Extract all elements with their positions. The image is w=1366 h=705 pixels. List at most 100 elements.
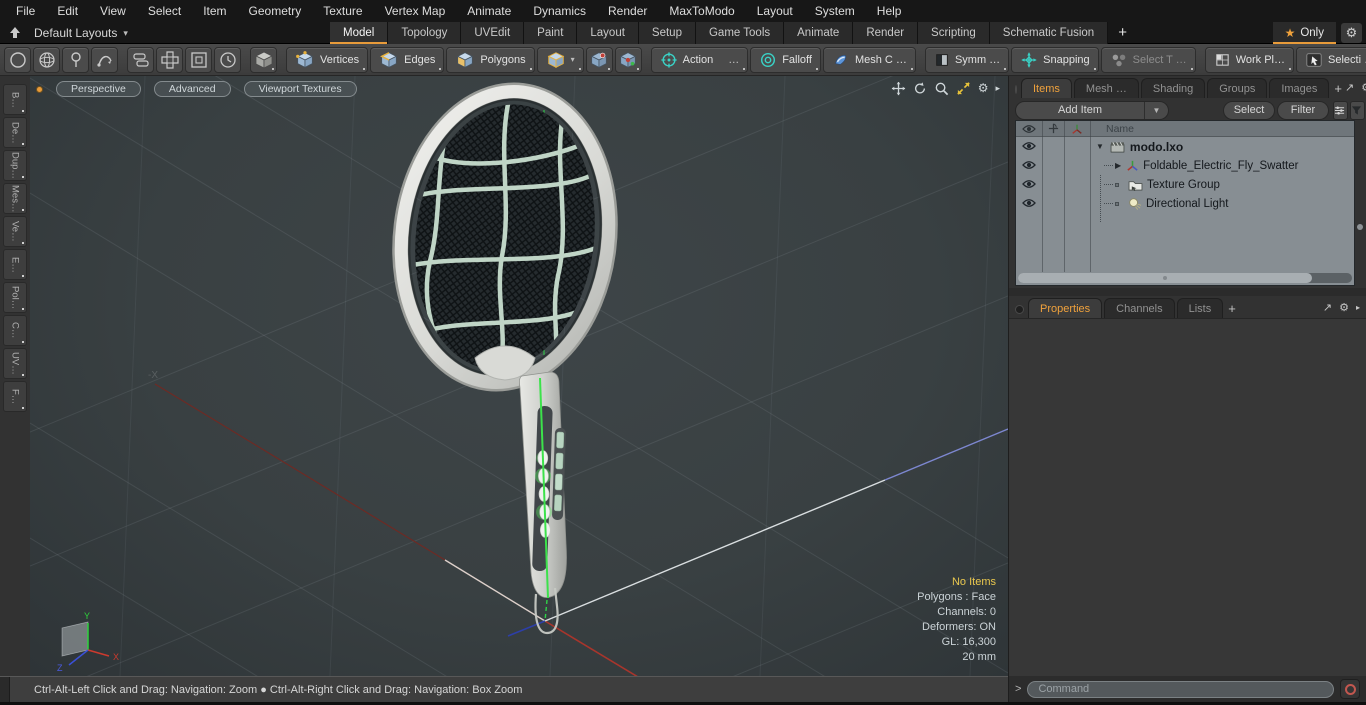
list-options-button[interactable] — [1333, 101, 1348, 120]
tab-topology[interactable]: Topology — [388, 22, 462, 44]
viewport-projection-button[interactable]: Perspective — [56, 81, 141, 97]
falloff-button[interactable]: Falloff — [750, 46, 821, 73]
center-select-mode-button[interactable] — [614, 46, 642, 73]
tab-layout[interactable]: Layout — [577, 22, 639, 44]
tab-model[interactable]: Model — [330, 22, 389, 44]
polygons-mode-button[interactable]: Polygons — [446, 46, 535, 73]
favorites-only-toggle[interactable]: ★ Only — [1272, 22, 1336, 44]
tab-channels[interactable]: Channels — [1104, 298, 1175, 318]
tab-lists[interactable]: Lists — [1176, 298, 1224, 318]
ellipse-tool-button[interactable] — [4, 46, 31, 73]
tree-row-mesh[interactable]: ▶ Foldable_Electric_Fly_Swatter — [1016, 156, 1354, 175]
menu-view[interactable]: View — [89, 0, 137, 22]
tab-schematic-fusion[interactable]: Schematic Fusion — [989, 22, 1109, 44]
mesh-constraints-button[interactable]: Mesh C … — [822, 46, 916, 73]
menu-animate[interactable]: Animate — [456, 0, 522, 22]
select-through-button[interactable]: Select T … — [1100, 46, 1196, 73]
curve-tool-button[interactable] — [91, 46, 118, 73]
menu-geometry[interactable]: Geometry — [238, 0, 313, 22]
toolbox-falloff[interactable]: F… — [3, 381, 27, 412]
chevron-down-icon[interactable]: ▼ — [1144, 102, 1168, 119]
item-mode-cube-button[interactable] — [250, 46, 277, 73]
viewport-menu-arrow-icon[interactable]: ▸ — [995, 80, 1000, 96]
expand-panel-icon[interactable]: ↗ — [1345, 81, 1354, 95]
menu-file[interactable]: File — [5, 0, 46, 22]
visibility-eye-icon[interactable] — [1022, 179, 1036, 189]
tab-images[interactable]: Images — [1269, 78, 1330, 98]
layout-switcher-dropdown[interactable]: Default Layouts ▾ — [34, 22, 128, 44]
panel-divider[interactable] — [1009, 288, 1366, 296]
toolbox-deform[interactable]: De… — [3, 117, 27, 148]
viewport-shading-button[interactable]: Advanced — [153, 81, 231, 97]
tab-paint[interactable]: Paint — [524, 22, 578, 44]
menu-help[interactable]: Help — [866, 0, 913, 22]
panel-collapse-thumb[interactable] — [1015, 305, 1024, 314]
select-button[interactable]: Select — [1223, 101, 1275, 120]
menu-layout[interactable]: Layout — [746, 0, 804, 22]
toolbox-polygon[interactable]: Pol… — [3, 282, 27, 313]
action-center-button[interactable]: Action … — [650, 46, 749, 73]
symmetry-button[interactable]: Symm … — [924, 46, 1010, 73]
scrollbar-thumb[interactable] — [1018, 273, 1312, 283]
collapse-up-arrow-icon[interactable] — [8, 26, 22, 40]
item-select-mode-button[interactable] — [585, 46, 613, 73]
selection-sets-button[interactable]: Selecti … — [1296, 46, 1366, 73]
grid-add-button[interactable] — [156, 46, 183, 73]
viewport-canvas[interactable]: Y X Z Perspective Advanced Viewport Text… — [30, 76, 1008, 676]
menu-item[interactable]: Item — [192, 0, 237, 22]
tree-row-texture-group[interactable]: Texture Group — [1016, 175, 1354, 194]
visibility-eye-icon[interactable] — [1022, 141, 1036, 151]
tree-row-scene[interactable]: ▼ modo.lxo — [1016, 137, 1354, 156]
panel-overflow-arrow-icon[interactable]: ▸ — [1356, 301, 1360, 315]
toolbox-duplicate[interactable]: Dup… — [3, 150, 27, 181]
panel-collapse-thumb[interactable] — [1015, 85, 1017, 94]
tab-render[interactable]: Render — [853, 22, 919, 44]
toolbox-curve[interactable]: C… — [3, 315, 27, 346]
menu-vertex-map[interactable]: Vertex Map — [374, 0, 457, 22]
command-input[interactable] — [1027, 680, 1334, 698]
menu-edit[interactable]: Edit — [46, 0, 89, 22]
toolbox-basic[interactable]: B… — [3, 84, 27, 115]
menu-select[interactable]: Select — [137, 0, 192, 22]
menu-texture[interactable]: Texture — [312, 0, 373, 22]
add-panel-tab-button[interactable]: + — [1225, 301, 1239, 318]
add-layout-tab-button[interactable]: + — [1108, 22, 1137, 44]
menu-dynamics[interactable]: Dynamics — [522, 0, 597, 22]
tab-uvedit[interactable]: UVEdit — [461, 22, 525, 44]
expander-open-icon[interactable]: ▼ — [1096, 142, 1104, 151]
visibility-eye-icon[interactable] — [1022, 160, 1036, 170]
filter-funnel-icon[interactable] — [1350, 101, 1365, 120]
name-column-header[interactable]: Name — [1090, 123, 1134, 135]
work-plane-button[interactable]: Work Pl… — [1204, 46, 1294, 73]
maximize-viewport-icon[interactable] — [956, 81, 971, 96]
tab-groups[interactable]: Groups — [1207, 78, 1268, 98]
selection-mode-dropdown[interactable]: ▾ — [536, 46, 584, 73]
add-panel-tab-button[interactable]: + — [1331, 81, 1345, 98]
tab-game-tools[interactable]: Game Tools — [695, 22, 785, 44]
toolbox-vertex[interactable]: Ve… — [3, 216, 27, 247]
visibility-eye-icon[interactable] — [1022, 198, 1036, 208]
pan-icon[interactable] — [891, 81, 906, 96]
viewport-settings-gear-icon[interactable]: ⚙ — [978, 80, 989, 96]
add-item-dropdown[interactable]: Add Item ▼ — [1015, 101, 1169, 120]
sphere-tool-button[interactable] — [33, 46, 60, 73]
tab-properties[interactable]: Properties — [1028, 298, 1103, 318]
region-button[interactable] — [185, 46, 212, 73]
tree-row-directional-light[interactable]: Directional Light — [1016, 194, 1354, 213]
tab-scripting[interactable]: Scripting — [918, 22, 990, 44]
toolbox-mesh[interactable]: Mes… — [3, 183, 27, 214]
tab-items[interactable]: Items — [1021, 78, 1072, 98]
panel-gear-icon[interactable]: ⚙ — [1339, 301, 1349, 315]
expand-panel-icon[interactable]: ↗ — [1323, 301, 1332, 315]
viewport-textures-button[interactable]: Viewport Textures — [243, 81, 357, 97]
tab-mesh-ops[interactable]: Mesh … — [1073, 78, 1139, 98]
tab-animate[interactable]: Animate — [784, 22, 854, 44]
menu-render[interactable]: Render — [597, 0, 658, 22]
zoom-icon[interactable] — [934, 81, 949, 96]
tree-vertical-scroll-dot[interactable] — [1357, 224, 1363, 230]
toolbox-uv[interactable]: UV… — [3, 348, 27, 379]
pin-tool-button[interactable] — [62, 46, 89, 73]
record-macro-button[interactable] — [1340, 679, 1360, 699]
layout-gear-button[interactable]: ⚙ — [1341, 23, 1362, 43]
tree-horizontal-scrollbar[interactable] — [1018, 273, 1352, 283]
